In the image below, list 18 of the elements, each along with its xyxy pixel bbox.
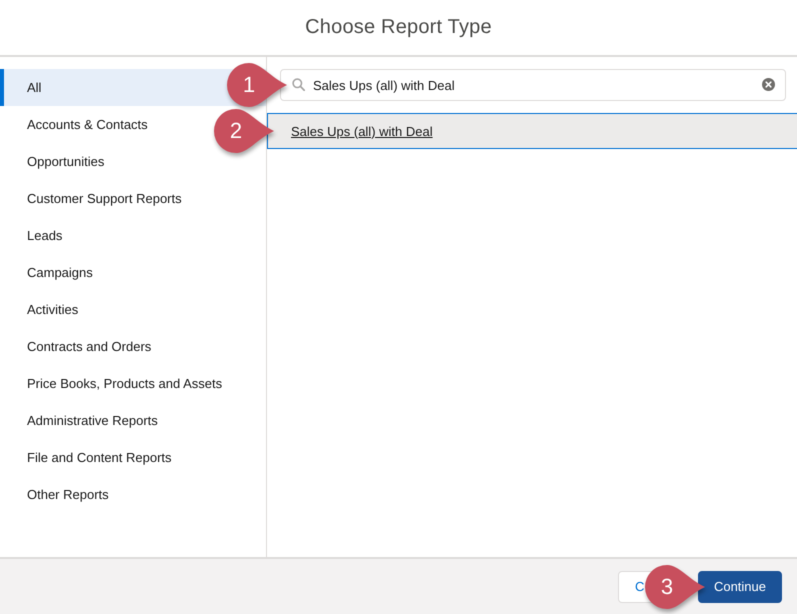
callout-tooltip: 2 [213,108,275,154]
sidebar-item[interactable]: Campaigns [0,254,266,291]
sidebar-item[interactable]: File and Content Reports [0,439,266,476]
search-icon [292,78,305,91]
callout-tooltip: 1 [226,62,288,108]
sidebar-item[interactable]: Administrative Reports [0,402,266,439]
sidebar-item[interactable]: Customer Support Reports [0,180,266,217]
callout-tooltip: 3 [644,564,706,610]
search-field[interactable]: Sales Ups (all) with Deal [280,69,786,101]
sidebar-item[interactable]: Activities [0,291,266,328]
sidebar-item[interactable]: Contracts and Orders [0,328,266,365]
continue-button[interactable]: Continue [698,570,782,602]
sidebar-item[interactable]: Leads [0,217,266,254]
dialog-title: Choose Report Type [305,16,492,39]
sidebar-item[interactable]: Other Reports [0,476,266,513]
sidebar-item[interactable]: Price Books, Products and Assets [0,365,266,402]
clear-icon[interactable] [762,78,775,91]
result-item[interactable]: Sales Ups (all) with Deal [267,113,797,149]
